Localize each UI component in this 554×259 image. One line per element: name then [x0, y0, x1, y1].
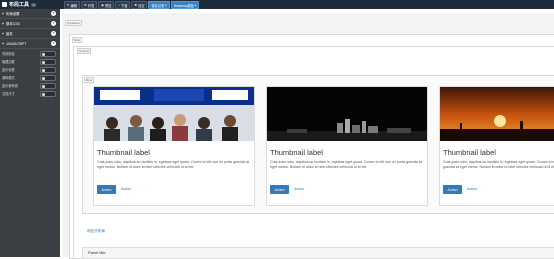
action-button[interactable]: Action: [97, 185, 116, 194]
sidebar-section-label: 基本CSS: [5, 22, 20, 26]
action-link[interactable]: Action: [467, 185, 477, 194]
card-title: Thumbnail label: [97, 148, 150, 157]
code-icon: ⚙: [84, 3, 87, 7]
edit-label: 编辑: [70, 3, 78, 8]
container-tag[interactable]: Container: [65, 20, 83, 26]
toggle-label: 显示参考线: [2, 83, 18, 88]
logo-icon: [2, 2, 7, 7]
action-button[interactable]: Action: [443, 185, 462, 194]
caret-right-icon: ▸: [194, 3, 197, 7]
sidebar-toggle-row: 源码模式: [0, 73, 60, 81]
city-skyline-image: [267, 87, 427, 141]
download-button[interactable]: ↓ 下载: [115, 1, 131, 9]
sidebar-toggle-row: 显示标签: [0, 65, 60, 73]
history-label: 保存记录: [151, 3, 165, 8]
row-tag[interactable]: Row: [72, 37, 83, 43]
sidebar-section-components[interactable]: + 组件?: [0, 29, 60, 39]
sunset-photo: [440, 87, 554, 141]
panel: Panel title: [82, 247, 554, 259]
sidebar: + 布局设置? + 基本CSS? + 组件? + JAVASCRIPT? 背景颜色 隐藏…: [0, 9, 60, 257]
trash-icon: ✖: [134, 3, 138, 7]
help-icon[interactable]: ?: [51, 31, 56, 36]
toggle-label: 显示标签: [2, 67, 15, 72]
top-toolbar: 布局工具 v3 ✎ 编辑 ⚙ 开发 ◉ 预览 ↓ 下载 ✖ 清空 保存记录 ▸ Bootst…: [0, 0, 554, 9]
sidebar-section-css[interactable]: + 基本CSS?: [0, 19, 60, 29]
download-icon: ↓: [118, 3, 121, 7]
help-icon[interactable]: ?: [51, 41, 56, 46]
card-text: Cras justo odio, dapibus ac facilisis in…: [270, 160, 422, 169]
action-link[interactable]: Action: [294, 185, 304, 194]
crowd-photo-image: [94, 87, 254, 141]
sidebar-section-javascript[interactable]: + JAVASCRIPT?: [0, 39, 60, 49]
caret-right-icon: ▸: [165, 3, 167, 7]
sidebar-section-label: JAVASCRIPT: [5, 41, 27, 46]
help-icon[interactable]: ?: [51, 11, 56, 16]
panel-title: Panel title: [88, 250, 106, 255]
brand: 布局工具 v3: [2, 1, 37, 8]
toggle-label: 隐藏边框: [2, 59, 15, 64]
develop-label: 开发: [87, 3, 95, 8]
thumbnail-card: Thumbnail label Cras justo odio, dapibus…: [266, 86, 428, 206]
app-title: 布局工具: [9, 2, 30, 8]
action-button[interactable]: Action: [270, 185, 289, 194]
bottom-link[interactable]: 响应式布局: [87, 229, 105, 234]
plus-icon: +: [2, 21, 4, 26]
toggle-label: 背景颜色: [2, 51, 15, 56]
sidebar-section-label: 组件: [5, 32, 13, 36]
card-title: Thumbnail label: [270, 148, 323, 157]
plus-icon: +: [2, 41, 4, 46]
template-label: Bootstrap模板: [173, 3, 194, 8]
toggle-label: 源码模式: [2, 75, 15, 80]
preview-label: 预览: [105, 3, 112, 8]
sidebar-toggle-row: 显示参考线: [0, 81, 60, 89]
thumbnail-card: Thumbnail label Cras justo odio, dapibus…: [439, 86, 554, 206]
sunset-image: [440, 87, 554, 141]
edit-button[interactable]: ✎ 编辑: [64, 1, 81, 9]
help-icon[interactable]: ?: [51, 21, 56, 26]
download-label: 下载: [121, 3, 128, 8]
clear-button[interactable]: ✖ 清空: [131, 1, 148, 9]
eye-icon: ◉: [101, 3, 105, 7]
version-badge: v3: [31, 2, 37, 7]
card-title: Thumbnail label: [443, 148, 496, 157]
city-skyline-photo: [267, 87, 427, 141]
card-text: Cras justo odio, dapibus ac facilisis in…: [443, 160, 554, 169]
toolbar-buttons: ✎ 编辑 ⚙ 开发 ◉ 预览 ↓ 下载 ✖ 清空 保存记录 ▸ Bootstrap模板 ▸: [64, 1, 200, 9]
clear-label: 清空: [138, 3, 145, 8]
toggle-switch[interactable]: [40, 91, 56, 97]
inner-row-tag[interactable]: Row: [84, 77, 95, 83]
history-button[interactable]: 保存记录 ▸: [148, 1, 170, 9]
sidebar-toggle-row: 隐藏边框: [0, 57, 60, 65]
toggle-label: 文档尺寸: [2, 91, 15, 96]
crowd-photo: [94, 87, 254, 141]
action-link[interactable]: Action: [121, 185, 131, 194]
plus-icon: +: [2, 11, 4, 16]
edit-icon: ✎: [67, 3, 70, 7]
thumbnail-card: Thumbnail label Cras justo odio, dapibus…: [93, 86, 255, 206]
plus-icon: +: [2, 31, 4, 36]
preview-button[interactable]: ◉ 预览: [98, 1, 115, 9]
sidebar-toggle-row: 文档尺寸: [0, 89, 60, 97]
template-button[interactable]: Bootstrap模板 ▸: [170, 1, 200, 9]
column-tag[interactable]: Column: [77, 48, 92, 54]
sidebar-section-label: 布局设置: [5, 12, 20, 16]
sidebar-section-layout[interactable]: + 布局设置?: [0, 9, 60, 19]
develop-button[interactable]: ⚙ 开发: [81, 1, 98, 9]
card-text: Cras justo odio, dapibus ac facilisis in…: [97, 160, 249, 169]
sidebar-toggle-row: 背景颜色: [0, 49, 60, 57]
